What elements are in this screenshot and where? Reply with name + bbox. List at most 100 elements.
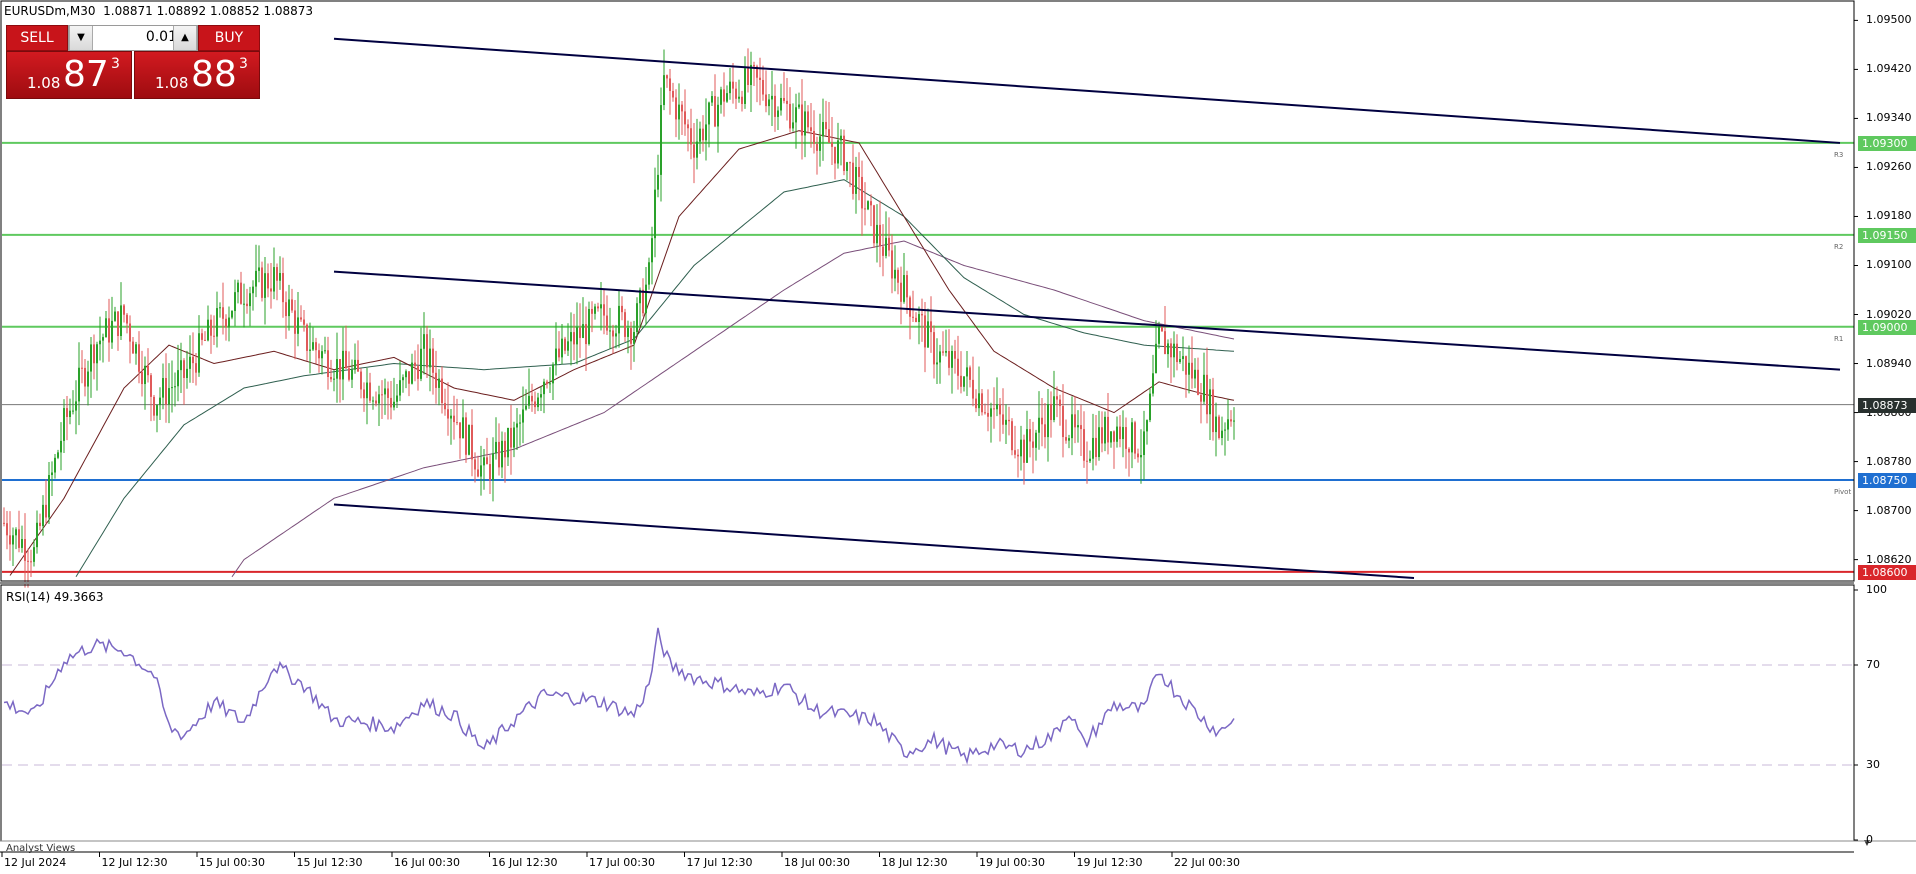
candle-body [60,440,62,453]
candle-body [435,372,437,388]
candle-body [348,368,350,380]
candle-body [99,340,101,345]
buy-price-pips: 88 [191,54,237,95]
candle-body [1029,429,1031,442]
lot-size-input[interactable] [93,26,181,48]
candle-body [1173,343,1175,358]
candle-body [369,382,371,401]
candle-body [729,81,731,94]
lot-size-stepper[interactable]: ▼ ▲ [68,25,198,51]
candle-body [951,350,953,368]
triangle-down-icon: ▼ [77,32,85,43]
candle-body [240,282,242,304]
rsi-panel-frame [0,584,1855,842]
candle-body [1080,425,1082,430]
candle-body [243,303,245,305]
candle-body [450,415,452,419]
candle-body [417,366,419,379]
candle-body [18,529,20,548]
candle-body [90,344,92,372]
candle-body [849,162,851,164]
candle-body [33,547,35,562]
candle-body [345,350,347,369]
candle-body [1143,431,1145,456]
buy-button[interactable]: BUY [198,25,260,51]
buy-price-box[interactable]: 1.08 88 3 [134,51,260,99]
candle-body [660,105,662,175]
candle-body [270,288,272,292]
sell-price-box[interactable]: 1.08 87 3 [6,51,132,99]
price-tick-label: 1.09260 [1866,160,1912,174]
candle-body [267,273,269,289]
candle-body [696,141,698,158]
candle-body [117,311,119,337]
candle-body [1128,448,1130,453]
candle-body [6,523,8,536]
lot-decrease-button[interactable]: ▼ [69,26,93,50]
candle-body [1230,419,1232,422]
candle-body [246,303,248,307]
candle-body [870,201,872,206]
rsi-tick-label: 0 [1866,833,1873,846]
candle-body [1140,455,1142,458]
candle-body [174,386,176,388]
candle-body [888,237,890,251]
candle-body [720,89,722,105]
candle-body [399,380,401,396]
lot-increase-button[interactable]: ▲ [173,26,197,50]
candle-body [816,143,818,151]
trend-line [333,503,1415,579]
candle-body [927,321,929,348]
analyst-views-tab[interactable]: Analyst Views [6,843,75,854]
candle-body [375,400,377,404]
candle-body [684,111,686,125]
rsi-header: RSI(14) 49.3663 [6,590,104,604]
candle-body [957,358,959,376]
candle-body [1014,450,1016,455]
candle-body [1233,420,1235,422]
candle-body [120,305,122,337]
candle-body [666,75,668,79]
candle-body [933,332,935,365]
candle-body [633,332,635,344]
candle-body [636,303,638,333]
price-tick-label: 1.09500 [1866,13,1912,27]
candle-body [207,319,209,341]
candle-body [57,452,59,458]
candle-body [984,412,986,414]
candle-body [471,424,473,460]
candle-body [165,378,167,405]
candle-body [717,104,719,127]
candle-body [411,362,413,384]
candle-body [969,367,971,380]
candle-body [1002,414,1004,425]
candle-body [504,440,506,458]
candle-body [1149,393,1151,421]
candle-body [762,79,764,95]
candle-body [1011,421,1013,451]
candle-body [654,189,656,239]
candle-body [330,377,332,380]
candle-body [942,351,944,353]
candle-body [1116,426,1118,442]
candle-body [954,350,956,359]
sell-button[interactable]: SELL [6,25,68,51]
candle-body [936,362,938,365]
candle-body [978,393,980,409]
chart-canvas[interactable] [0,0,1916,874]
candle-body [834,146,836,164]
candle-body [72,410,74,412]
candle-body [1113,431,1115,442]
candle-body [1110,431,1112,443]
candle-body [1059,399,1061,407]
candle-body [786,100,788,104]
candle-body [996,404,998,410]
candle-body [183,360,185,378]
candle-body [732,81,734,89]
candle-body [876,224,878,244]
candle-body [336,359,338,379]
candle-body [303,319,305,325]
candle-body [324,350,326,352]
candle-body [204,339,206,341]
candle-body [1155,343,1157,374]
